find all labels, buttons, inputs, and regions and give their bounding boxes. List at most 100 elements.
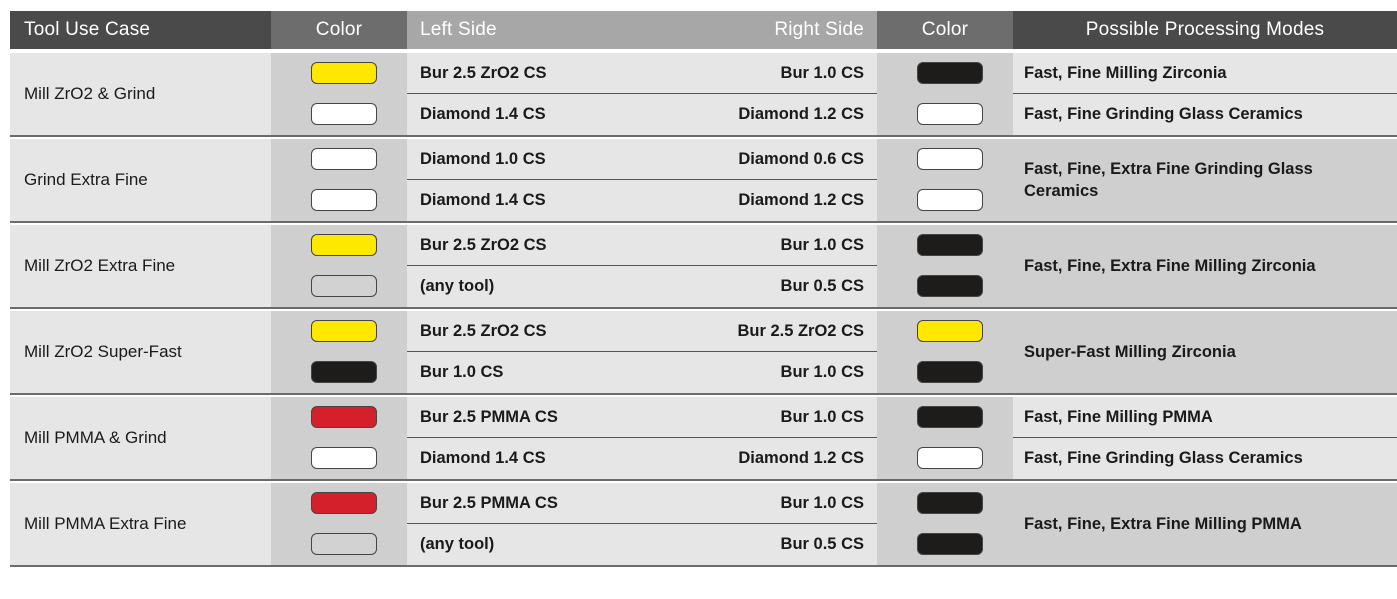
left-color-cell	[271, 139, 407, 221]
right-tool: Diamond 1.2 CS	[738, 449, 864, 467]
color-swatch-black	[917, 234, 983, 256]
left-tool: Bur 2.5 PMMA CS	[420, 493, 558, 512]
color-swatch-white	[917, 447, 983, 469]
left-color-cell	[271, 225, 407, 307]
left-tool: Diamond 1.4 CS	[420, 449, 546, 467]
tool-pair-row: Bur 1.0 CS Bur 1.0 CS	[407, 352, 877, 393]
color-swatch-black	[917, 492, 983, 514]
right-color-cell	[877, 225, 1013, 307]
table-row: Mill ZrO2 Super-Fast Bur 2.5 ZrO2 CS Bur 2…	[10, 311, 1397, 395]
tool-use-case-cell: Mill PMMA Extra Fine	[10, 483, 271, 565]
processing-modes-cell: Fast, Fine, Extra Fine Grinding Glass Ce…	[1013, 139, 1397, 221]
color-swatch-black	[917, 361, 983, 383]
tool-use-case-cell: Mill ZrO2 Super-Fast	[10, 311, 271, 393]
table-row: Mill ZrO2 & Grind Bur 2.5 ZrO2 CS Bur 1.0 …	[10, 53, 1397, 137]
processing-mode: Super-Fast Milling Zirconia	[1024, 342, 1236, 361]
color-swatch-white	[311, 189, 377, 211]
color-swatch-white	[311, 148, 377, 170]
right-color-cell	[877, 397, 1013, 479]
tool-pair-row: Bur 2.5 PMMA CS Bur 1.0 CS	[407, 397, 877, 438]
color-swatch-yellow	[311, 234, 377, 256]
tool-pair-row: Diamond 1.4 CS Diamond 1.2 CS	[407, 438, 877, 479]
left-color-cell	[271, 311, 407, 393]
processing-mode: Fast, Fine Milling PMMA	[1013, 397, 1397, 438]
color-swatch-gray	[311, 275, 377, 297]
left-tool: (any tool)	[420, 277, 495, 295]
tool-pair-row: Bur 2.5 ZrO2 CS Bur 2.5 ZrO2 CS	[407, 311, 877, 352]
processing-mode: Fast, Fine, Extra Fine Grinding Glass Ce…	[1024, 159, 1313, 200]
processing-mode: Fast, Fine, Extra Fine Milling PMMA	[1024, 514, 1302, 533]
color-swatch-black	[311, 361, 377, 383]
color-swatch-red	[311, 492, 377, 514]
right-color-cell	[877, 311, 1013, 393]
tool-pair-row: Bur 2.5 PMMA CS Bur 1.0 CS	[407, 483, 877, 524]
tool-use-case-cell: Mill ZrO2 & Grind	[10, 53, 271, 135]
left-color-cell	[271, 53, 407, 135]
header-left-side: Left Side	[407, 11, 657, 49]
right-color-cell	[877, 139, 1013, 221]
right-color-cell	[877, 53, 1013, 135]
right-tool: Bur 1.0 CS	[780, 235, 864, 254]
right-color-cell	[877, 483, 1013, 565]
table-row: Mill PMMA Extra Fine Bur 2.5 PMMA CS Bur 1…	[10, 483, 1397, 567]
tool-use-case-cell: Mill ZrO2 Extra Fine	[10, 225, 271, 307]
tools-cell: Bur 2.5 ZrO2 CS Bur 1.0 CS (any tool) Bur 0…	[407, 225, 877, 307]
color-swatch-black	[917, 62, 983, 84]
left-tool: Bur 2.5 ZrO2 CS	[420, 235, 547, 254]
processing-mode: Fast, Fine Grinding Glass Ceramics	[1013, 438, 1397, 479]
color-swatch-gray	[311, 533, 377, 555]
tools-cell: Bur 2.5 PMMA CS Bur 1.0 CS Diamond 1.4 CS D…	[407, 397, 877, 479]
left-tool: Bur 2.5 ZrO2 CS	[420, 321, 547, 340]
right-tool: Bur 1.0 CS	[780, 407, 864, 426]
header-color-right: Color	[877, 11, 1013, 49]
tools-cell: Bur 2.5 ZrO2 CS Bur 2.5 ZrO2 CS Bur 1.0 CS…	[407, 311, 877, 393]
left-tool: Bur 1.0 CS	[420, 363, 504, 381]
right-tool: Diamond 0.6 CS	[738, 149, 864, 168]
processing-modes-cell: Fast, Fine, Extra Fine Milling PMMA	[1013, 483, 1397, 565]
tool-pair-row: (any tool) Bur 0.5 CS	[407, 266, 877, 307]
left-tool: Bur 2.5 PMMA CS	[420, 407, 558, 426]
color-swatch-yellow	[311, 320, 377, 342]
right-tool: Bur 1.0 CS	[780, 63, 864, 82]
right-tool: Bur 1.0 CS	[780, 493, 864, 512]
header-right-side: Right Side	[657, 11, 877, 49]
processing-modes-cell: Fast, Fine Milling PMMA Fast, Fine Grindi…	[1013, 397, 1397, 479]
processing-mode: Fast, Fine, Extra Fine Milling Zirconia	[1024, 256, 1316, 275]
right-tool: Diamond 1.2 CS	[738, 191, 864, 209]
tool-table: Tool Use Case Color Left Side Right Side…	[10, 11, 1397, 599]
tool-pair-row: Diamond 1.0 CS Diamond 0.6 CS	[407, 139, 877, 180]
right-tool: Bur 0.5 CS	[780, 277, 864, 295]
header-tool-use-case: Tool Use Case	[10, 11, 271, 49]
tool-pair-row: Diamond 1.4 CS Diamond 1.2 CS	[407, 94, 877, 135]
color-swatch-white	[917, 103, 983, 125]
tool-pair-row: (any tool) Bur 0.5 CS	[407, 524, 877, 565]
left-color-cell	[271, 397, 407, 479]
table-row: Mill PMMA & Grind Bur 2.5 PMMA CS Bur 1.0 …	[10, 397, 1397, 481]
tools-cell: Bur 2.5 PMMA CS Bur 1.0 CS (any tool) Bur 0…	[407, 483, 877, 565]
tool-pair-row: Bur 2.5 ZrO2 CS Bur 1.0 CS	[407, 225, 877, 266]
color-swatch-white	[311, 103, 377, 125]
tool-use-case-cell: Mill PMMA & Grind	[10, 397, 271, 479]
tool-pair-row: Diamond 1.4 CS Diamond 1.2 CS	[407, 180, 877, 221]
left-tool: (any tool)	[420, 535, 495, 553]
table-row: Mill ZrO2 Extra Fine Bur 2.5 ZrO2 CS Bur 1…	[10, 225, 1397, 309]
right-tool: Bur 2.5 ZrO2 CS	[737, 321, 864, 340]
color-swatch-black	[917, 275, 983, 297]
processing-modes-cell: Fast, Fine, Extra Fine Milling Zirconia	[1013, 225, 1397, 307]
right-tool: Diamond 1.2 CS	[738, 105, 864, 123]
left-tool: Diamond 1.4 CS	[420, 105, 546, 123]
header-color-left: Color	[271, 11, 407, 49]
tool-pair-row: Bur 2.5 ZrO2 CS Bur 1.0 CS	[407, 53, 877, 94]
color-swatch-black	[917, 406, 983, 428]
left-tool: Diamond 1.0 CS	[420, 149, 546, 168]
processing-mode: Fast, Fine Milling Zirconia	[1013, 53, 1397, 94]
header-processing-modes: Possible Processing Modes	[1013, 11, 1397, 49]
right-tool: Bur 0.5 CS	[780, 535, 864, 553]
color-swatch-red	[311, 406, 377, 428]
tools-cell: Diamond 1.0 CS Diamond 0.6 CS Diamond 1.4 …	[407, 139, 877, 221]
color-swatch-yellow	[311, 62, 377, 84]
color-swatch-black	[917, 533, 983, 555]
processing-modes-cell: Super-Fast Milling Zirconia	[1013, 311, 1397, 393]
left-tool: Bur 2.5 ZrO2 CS	[420, 63, 547, 82]
color-swatch-white	[311, 447, 377, 469]
